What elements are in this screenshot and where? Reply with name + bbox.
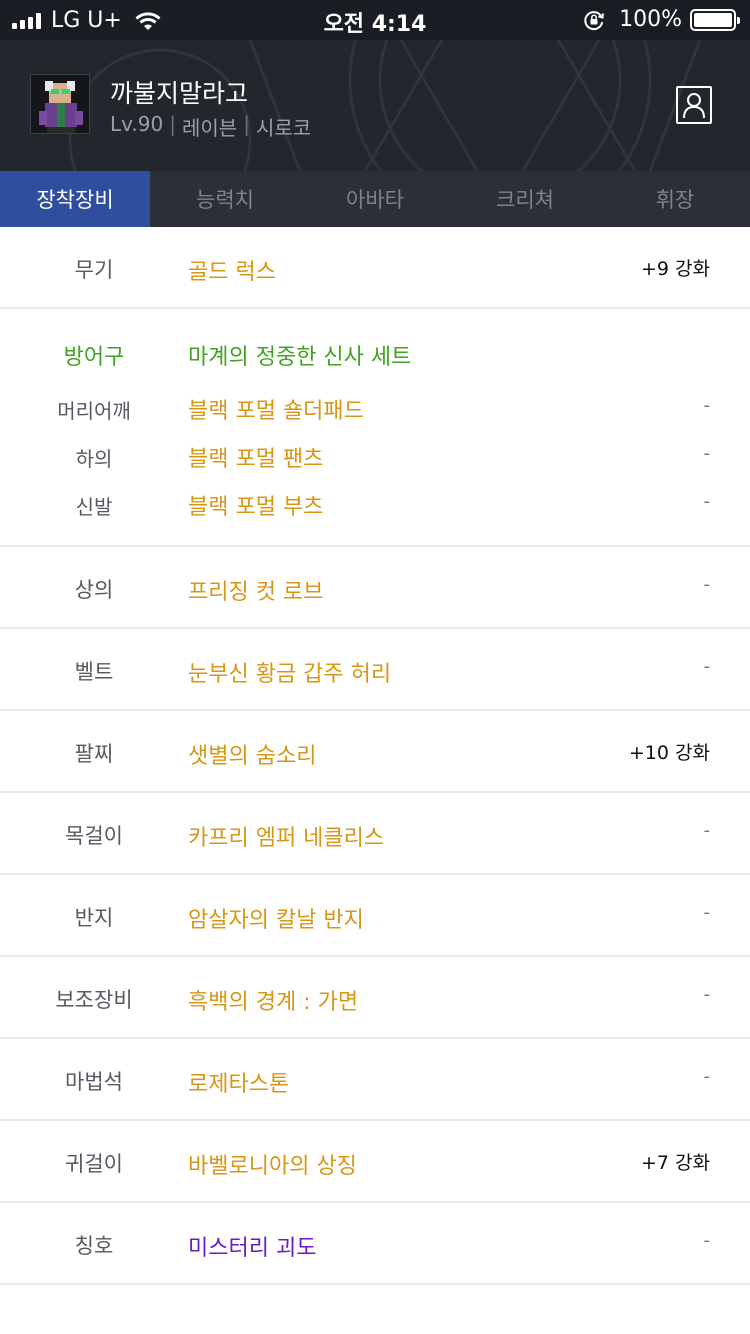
slot-label: 신발 [75,495,113,519]
slot-label: 귀걸이 [65,1152,123,1176]
character-avatar[interactable] [30,74,90,134]
enhance-level: - [703,1230,711,1251]
equipment-row-title[interactable]: 칭호 미스터리 괴도 - [0,1203,750,1285]
equipment-row-belt[interactable]: 벨트 눈부신 황금 갑주 허리 - [0,629,750,711]
tab-avatar[interactable]: 아바타 [300,171,450,227]
battery-icon [690,8,740,31]
item-name: 암살자의 칼날 반지 [188,908,364,933]
equipment-row-magic-stone[interactable]: 마법석 로제타스톤 - [0,1039,750,1121]
enhance-level: +7 강화 [640,1152,710,1174]
equipment-group-armor-set[interactable]: 방어구 마계의 정중한 신사 세트 머리어깨 블랙 포멀 숄더패드 - 하의 블… [0,309,750,547]
profile-icon[interactable] [676,86,712,124]
enhance-level: - [703,574,711,595]
slot-label: 반지 [74,906,114,930]
item-name: 골드 럭스 [188,260,276,285]
item-name: 프리징 컷 로브 [188,580,324,605]
profile-header: 까불지말라고 Lv.90 | 레이븐 | 시로코 [0,40,750,171]
meta-separator: | [243,112,250,136]
enhance-level: - [703,820,711,841]
tab-bar: 장착장비 능력치 아바타 크리쳐 휘장 [0,171,750,227]
item-name: 카프리 엠퍼 네클리스 [188,826,385,851]
tab-insignia[interactable]: 휘장 [600,171,750,227]
item-name: 블랙 포멀 부츠 [188,495,324,520]
enhance-level: - [703,395,711,416]
battery-percent: 100% [619,7,682,32]
slot-label: 머리어깨 [57,399,131,423]
enhance-level: - [703,902,711,923]
status-bar: LG U+ 오전 4:14 100% [0,0,750,40]
item-name: 미스터리 괴도 [188,1236,317,1261]
equipment-row-weapon[interactable]: 무기 골드 럭스 +9 강화 [0,227,750,309]
item-name: 눈부신 황금 갑주 허리 [188,662,392,687]
status-right: 100% [583,7,740,32]
set-name: 마계의 정중한 신사 세트 [188,345,412,370]
character-class: 레이븐 [181,116,238,140]
tab-stats[interactable]: 능력치 [150,171,300,227]
character-sprite [31,75,89,133]
slot-label: 목걸이 [65,824,123,848]
enhance-level: - [703,1066,711,1087]
enhance-level: +9 강화 [640,258,710,280]
enhance-level: - [703,443,711,464]
slot-label: 칭호 [74,1234,114,1258]
equipment-row-earring[interactable]: 귀걸이 바벨로니아의 상징 +7 강화 [0,1121,750,1203]
character-name: 까불지말라고 [110,79,249,108]
person-icon [683,93,705,119]
character-level: Lv.90 [110,112,164,136]
rotation-lock-icon [584,10,605,30]
tab-creature[interactable]: 크리쳐 [450,171,600,227]
equipment-list: 무기 골드 럭스 +9 강화 방어구 마계의 정중한 신사 세트 머리어깨 블랙… [0,227,750,1285]
slot-label: 상의 [74,578,114,602]
enhance-level: - [703,491,711,512]
item-name: 블랙 포멀 팬츠 [188,447,324,472]
item-name: 바벨로니아의 상징 [188,1154,357,1179]
enhance-level: - [703,984,711,1005]
slot-label: 하의 [75,447,113,471]
equipment-row-subequipment[interactable]: 보조장비 흑백의 경계 : 가면 - [0,957,750,1039]
slot-label: 벨트 [74,660,114,684]
slot-label: 방어구 [63,345,125,370]
meta-separator: | [169,112,176,136]
equipment-row-necklace[interactable]: 목걸이 카프리 엠퍼 네클리스 - [0,793,750,875]
equipment-row-top[interactable]: 상의 프리징 컷 로브 - [0,547,750,629]
equipment-row-ring[interactable]: 반지 암살자의 칼날 반지 - [0,875,750,957]
slot-label: 보조장비 [55,988,133,1012]
item-name: 로제타스톤 [188,1072,290,1097]
slot-label: 무기 [74,258,114,282]
slot-label: 팔찌 [74,742,114,766]
item-name: 흑백의 경계 : 가면 [188,990,359,1015]
slot-label: 마법석 [65,1070,123,1094]
item-name: 샛별의 숨소리 [188,744,317,769]
character-meta: Lv.90 | 레이븐 | 시로코 [110,112,311,141]
equipment-row-bracelet[interactable]: 팔찌 샛별의 숨소리 +10 강화 [0,711,750,793]
enhance-level: +10 강화 [628,742,710,764]
character-server: 시로코 [255,116,312,140]
enhance-level: - [703,656,711,677]
item-name: 블랙 포멀 숄더패드 [188,399,364,424]
tab-equipment[interactable]: 장착장비 [0,171,150,227]
